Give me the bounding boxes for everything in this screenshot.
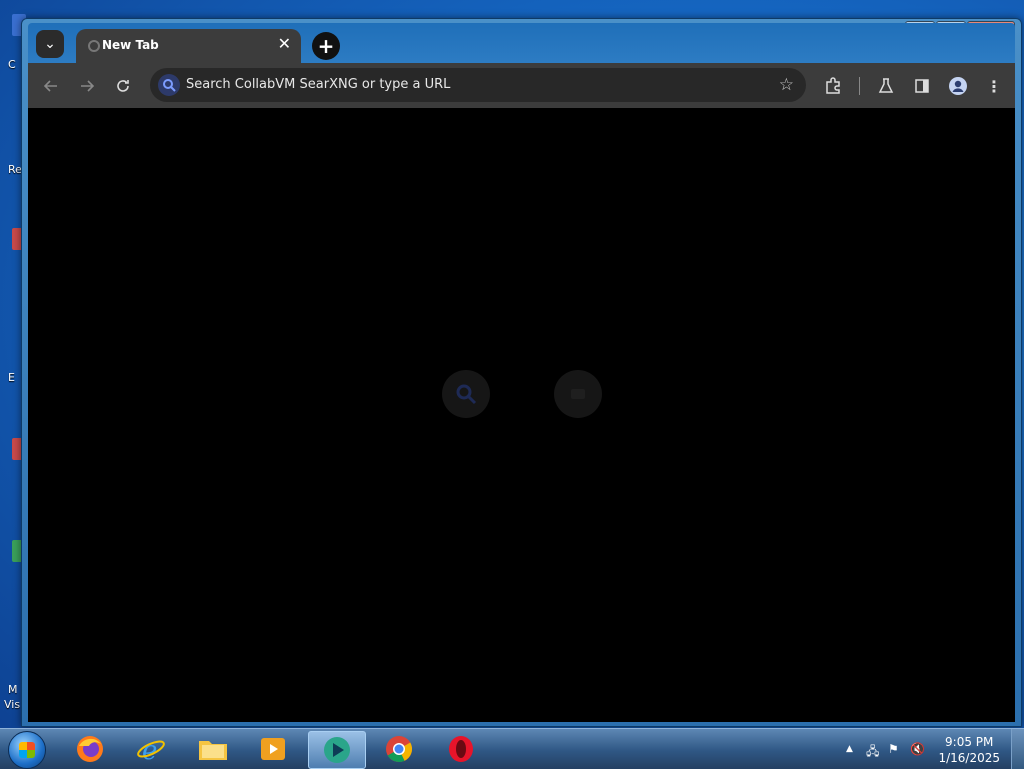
address-bar-placeholder: Search CollabVM SearXNG or type a URL xyxy=(186,77,451,92)
taskbar-media-player[interactable] xyxy=(245,731,301,767)
toolbar-separator xyxy=(859,77,860,95)
tray-expand-icon[interactable]: ▲ xyxy=(846,744,853,754)
side-panel-button[interactable] xyxy=(911,75,933,97)
site-icon xyxy=(571,389,585,399)
show-desktop-button[interactable] xyxy=(1011,729,1024,769)
desktop-icon-strip: C Re E M Vis xyxy=(0,0,26,730)
arrow-left-icon xyxy=(43,80,57,92)
desktop-icon-label: M xyxy=(8,683,18,696)
bookmark-star-icon[interactable]: ☆ xyxy=(779,75,794,95)
back-button[interactable] xyxy=(40,75,62,97)
browser-window: — ▢ ✕ ⌄ New Tab ✕ + Search CollabVM Sear… xyxy=(21,18,1022,727)
taskbar-collabvm[interactable] xyxy=(308,731,366,769)
taskbar-opera[interactable] xyxy=(433,731,489,767)
tab-new-tab[interactable]: New Tab ✕ xyxy=(76,29,301,63)
system-tray: ▲ 🖧 ⚑ 🔇 9:05 PM 1/16/2025 xyxy=(834,729,1024,769)
tab-close-icon[interactable]: ✕ xyxy=(278,34,291,53)
internet-explorer-icon: e xyxy=(137,736,165,764)
arrow-right-icon xyxy=(81,80,95,92)
collabvm-icon xyxy=(324,737,350,763)
chrome-icon xyxy=(386,736,413,762)
address-bar[interactable]: Search CollabVM SearXNG or type a URL ☆ xyxy=(150,68,806,102)
side-panel-icon xyxy=(915,79,929,93)
firefox-icon xyxy=(77,736,103,762)
taskbar-chrome[interactable] xyxy=(371,731,427,767)
taskbar-internet-explorer[interactable]: e xyxy=(123,731,179,767)
menu-button[interactable]: ⋮ xyxy=(983,75,1005,97)
opera-icon xyxy=(449,736,473,762)
tab-search-button[interactable]: ⌄ xyxy=(36,30,64,58)
reload-button[interactable] xyxy=(112,75,134,97)
forward-button[interactable] xyxy=(76,75,98,97)
desktop-icon-label: C xyxy=(8,58,16,71)
folder-icon xyxy=(199,741,227,760)
puzzle-icon xyxy=(826,77,840,94)
clock-time: 9:05 PM xyxy=(945,735,994,749)
svg-text:e: e xyxy=(142,736,157,764)
labs-button[interactable] xyxy=(875,75,897,97)
flask-icon xyxy=(878,78,894,93)
avatar-icon xyxy=(949,77,967,95)
tab-title: New Tab xyxy=(102,38,159,52)
shortcut-tile[interactable] xyxy=(554,370,602,418)
loading-icon xyxy=(88,40,100,52)
tab-strip: ⌄ New Tab ✕ + xyxy=(28,23,1015,63)
start-button[interactable] xyxy=(8,731,46,769)
page-content xyxy=(28,108,1015,722)
desktop-icon-label: E xyxy=(8,371,15,384)
clock-date: 1/16/2025 xyxy=(938,751,1000,765)
profile-button[interactable] xyxy=(947,75,969,97)
extensions-button[interactable] xyxy=(822,75,844,97)
action-center-flag-icon[interactable]: ⚑ xyxy=(888,742,899,756)
network-icon[interactable]: 🖧 xyxy=(866,742,879,763)
new-tab-button[interactable]: + xyxy=(312,32,340,60)
shortcut-tile[interactable] xyxy=(442,370,490,418)
browser-toolbar: Search CollabVM SearXNG or type a URL ☆ … xyxy=(28,63,1015,108)
clock[interactable]: 9:05 PM 1/16/2025 xyxy=(938,734,1000,766)
taskbar-firefox[interactable] xyxy=(62,731,118,767)
chevron-down-icon: ⌄ xyxy=(44,36,56,52)
media-player-icon xyxy=(261,738,285,760)
desktop-icon-label: Vis xyxy=(4,698,21,711)
taskbar-file-explorer[interactable] xyxy=(185,731,241,767)
taskbar: e ▲ 🖧 ⚑ 🔇 9:05 PM 1/16/2025 xyxy=(0,728,1024,769)
search-icon xyxy=(158,74,180,96)
more-vertical-icon: ⋮ xyxy=(986,76,1002,96)
reload-icon xyxy=(117,80,129,92)
search-icon xyxy=(456,384,477,405)
desktop-icon-label: Re xyxy=(8,163,22,176)
volume-muted-icon[interactable]: 🔇 xyxy=(910,742,925,756)
